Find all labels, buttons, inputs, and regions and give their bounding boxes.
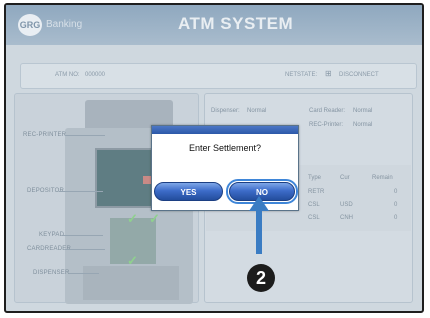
table-header-type: Type xyxy=(308,175,322,181)
table-cell-remain: 0 xyxy=(394,189,398,195)
dialog-prompt: Enter Settlement? xyxy=(188,143,262,153)
check-icon: ✓ xyxy=(127,211,138,226)
title-bar: GRG Banking ATM SYSTEM xyxy=(6,5,422,45)
rec-printer-label: REC-PRINTER xyxy=(23,132,67,138)
netstate-value: DISCONNECT xyxy=(339,72,379,78)
leader-line xyxy=(69,273,99,274)
table-cell-cur: USD xyxy=(340,202,353,208)
atm-no-label: ATM NO: xyxy=(55,72,80,78)
brand-name: Banking xyxy=(46,19,83,30)
leader-line xyxy=(65,135,105,136)
atm-no-value: 000000 xyxy=(85,72,106,78)
table-cell-remain: 0 xyxy=(394,215,398,221)
netstate-label: NETSTATE: xyxy=(285,72,318,78)
arrow-shaft xyxy=(256,209,262,254)
step-callout: 2 xyxy=(247,264,275,292)
table-header-cur: Cur xyxy=(340,175,350,181)
table-cell-type: CSL xyxy=(308,202,320,208)
grg-logo: GRG xyxy=(18,14,42,36)
table-cell-type: RETR xyxy=(308,189,325,195)
atm-dispenser-door xyxy=(83,266,179,300)
network-icon: ⊞ xyxy=(325,69,332,78)
status-bar: ATM NO: 000000 NETSTATE: ⊞ DISCONNECT xyxy=(20,63,417,89)
table-cell-type: CSL xyxy=(308,215,320,221)
table-header-remain: Remain xyxy=(372,175,393,181)
keypad-label: KEYPAD xyxy=(39,232,65,238)
leader-line xyxy=(65,249,105,250)
rec-printer-status-value: Normal xyxy=(353,122,373,128)
dispenser-status-value: Normal xyxy=(247,108,267,114)
table-cell-cur: CNH xyxy=(340,215,353,221)
card-reader-status-label: Card Reader: xyxy=(309,108,346,114)
dispenser-status-label: Dispenser: xyxy=(211,108,240,114)
settlement-dialog: Enter Settlement? YES NO xyxy=(151,125,299,211)
app-title: ATM SYSTEM xyxy=(178,14,294,33)
dialog-header xyxy=(152,126,298,134)
table-cell-remain: 0 xyxy=(394,202,398,208)
leader-line xyxy=(63,235,103,236)
check-icon: ✓ xyxy=(127,253,138,268)
leader-line xyxy=(59,191,103,192)
dispenser-label: DISPENSER xyxy=(33,270,70,276)
rec-printer-status-label: REC-Printer: xyxy=(309,122,344,128)
yes-button[interactable]: YES xyxy=(154,182,223,201)
check-icon: ✓ xyxy=(149,211,160,226)
card-reader-status-value: Normal xyxy=(353,108,373,114)
screenshot-frame: GRG Banking ATM SYSTEM ATM NO: 000000 NE… xyxy=(4,3,424,313)
